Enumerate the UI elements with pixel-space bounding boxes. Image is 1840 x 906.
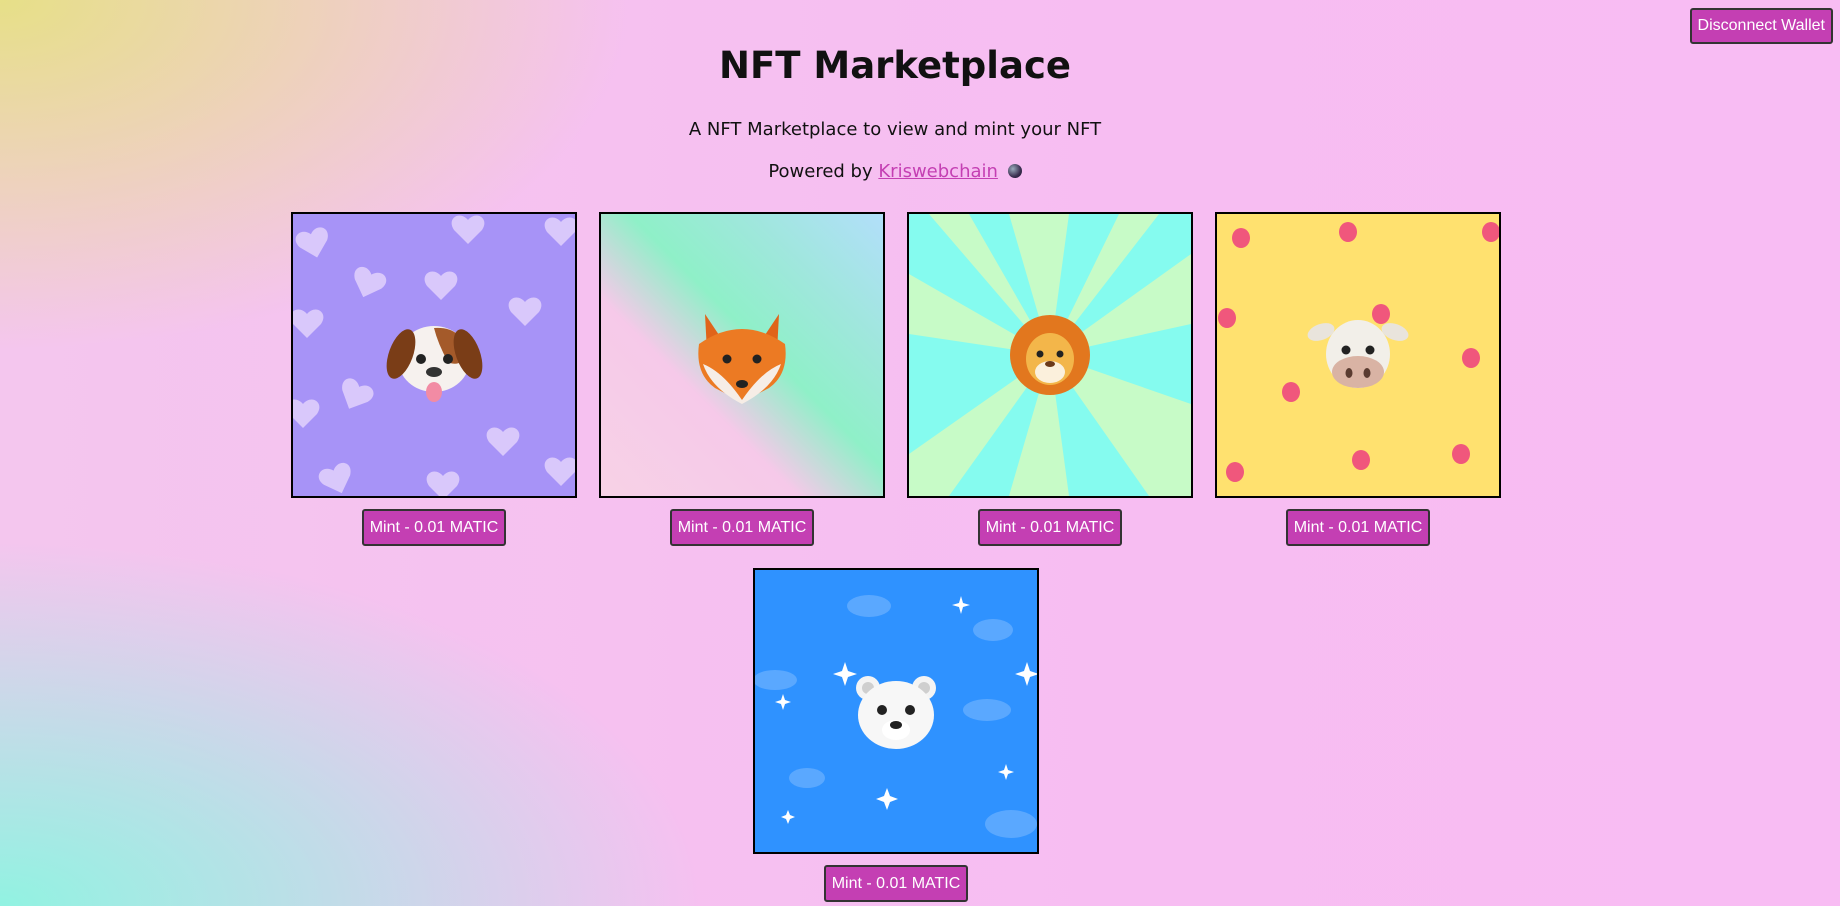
lion-icon (1010, 315, 1090, 395)
nft-image-fox[interactable] (599, 212, 885, 498)
nft-card-lion: Mint - 0.01 MATIC (907, 212, 1193, 546)
powered-by-label: Powered by (768, 161, 873, 182)
nft-card-cow: Mint - 0.01 MATIC (1215, 212, 1501, 546)
disconnect-wallet-button[interactable]: Disconnect Wallet (1689, 8, 1833, 44)
nft-card-dog: Mint - 0.01 MATIC (291, 212, 577, 546)
kriswebchain-link[interactable]: Kriswebchain (878, 161, 998, 182)
nft-card-fox: Mint - 0.01 MATIC (599, 212, 885, 546)
page-title: NFT Marketplace (719, 44, 1071, 87)
mint-button-cow[interactable]: Mint - 0.01 MATIC (1285, 509, 1431, 546)
mint-button-lion[interactable]: Mint - 0.01 MATIC (977, 509, 1123, 546)
mint-button-polar-bear[interactable]: Mint - 0.01 MATIC (823, 865, 969, 902)
nft-image-cow[interactable] (1215, 212, 1501, 498)
page-subtitle: A NFT Marketplace to view and mint your … (688, 119, 1102, 140)
nft-image-lion[interactable] (907, 212, 1193, 498)
nft-image-dog[interactable] (291, 212, 577, 498)
mint-button-dog[interactable]: Mint - 0.01 MATIC (361, 509, 507, 546)
nft-card-polar-bear: Mint - 0.01 MATIC (753, 568, 1039, 902)
mint-button-fox[interactable]: Mint - 0.01 MATIC (669, 509, 815, 546)
powered-by: Powered by Kriswebchain (0, 161, 1790, 182)
nft-image-polar-bear[interactable] (753, 568, 1039, 854)
globe-icon (1007, 164, 1022, 178)
